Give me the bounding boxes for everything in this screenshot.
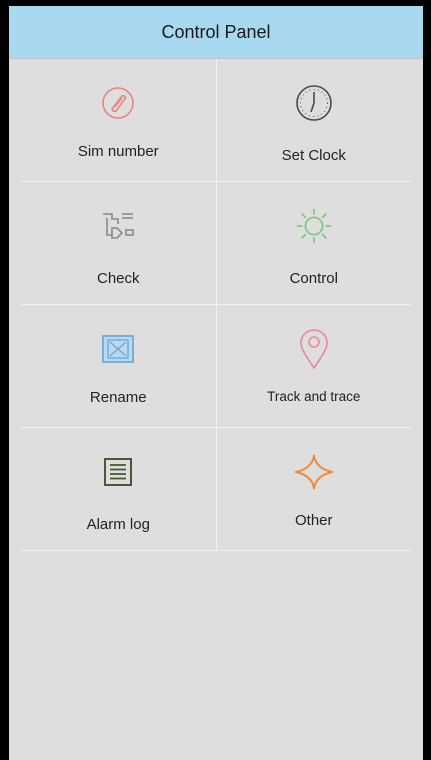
- app-header: Control Panel: [9, 6, 423, 59]
- menu-item-label: Other: [294, 512, 333, 529]
- menu-item-label: Sim number: [77, 143, 159, 160]
- menu-item-label: Track and trace: [267, 389, 361, 404]
- menu-item-label: Set Clock: [281, 147, 346, 164]
- menu-row: Check Control: [21, 182, 411, 305]
- menu-grid: Sim number Set Clock Check Control Renam…: [9, 59, 423, 551]
- menu-item-label: Rename: [89, 389, 147, 406]
- menu-item-label: Alarm log: [86, 516, 150, 533]
- control-panel-screen: Control Panel Sim number Set Clock Check…: [9, 6, 423, 760]
- menu-item-label: Check: [96, 270, 140, 287]
- menu-row: Rename Track and trace: [21, 305, 411, 428]
- menu-item-set-clock[interactable]: Set Clock: [215, 59, 412, 181]
- phone-icon: [98, 83, 138, 123]
- rename-box-icon: [98, 329, 138, 369]
- menu-row: Sim number Set Clock: [21, 59, 411, 182]
- sun-gear-icon: [294, 206, 334, 246]
- star-outline-icon: [294, 452, 334, 492]
- log-list-icon: [98, 452, 138, 492]
- menu-item-label: Control: [289, 270, 338, 287]
- check-icon: [98, 206, 138, 246]
- page-title: Control Panel: [161, 21, 271, 42]
- clock-icon: [294, 83, 334, 123]
- menu-item-alarm-log[interactable]: Alarm log: [21, 428, 216, 550]
- location-pin-icon: [294, 329, 334, 370]
- menu-item-check[interactable]: Check: [21, 182, 216, 304]
- menu-item-rename[interactable]: Rename: [21, 305, 216, 427]
- menu-item-other[interactable]: Other: [215, 428, 412, 550]
- menu-row: Alarm log Other: [21, 428, 411, 551]
- menu-item-sim-number[interactable]: Sim number: [21, 59, 216, 181]
- menu-item-control[interactable]: Control: [215, 182, 412, 304]
- menu-item-track-and-trace[interactable]: Track and trace: [215, 305, 412, 427]
